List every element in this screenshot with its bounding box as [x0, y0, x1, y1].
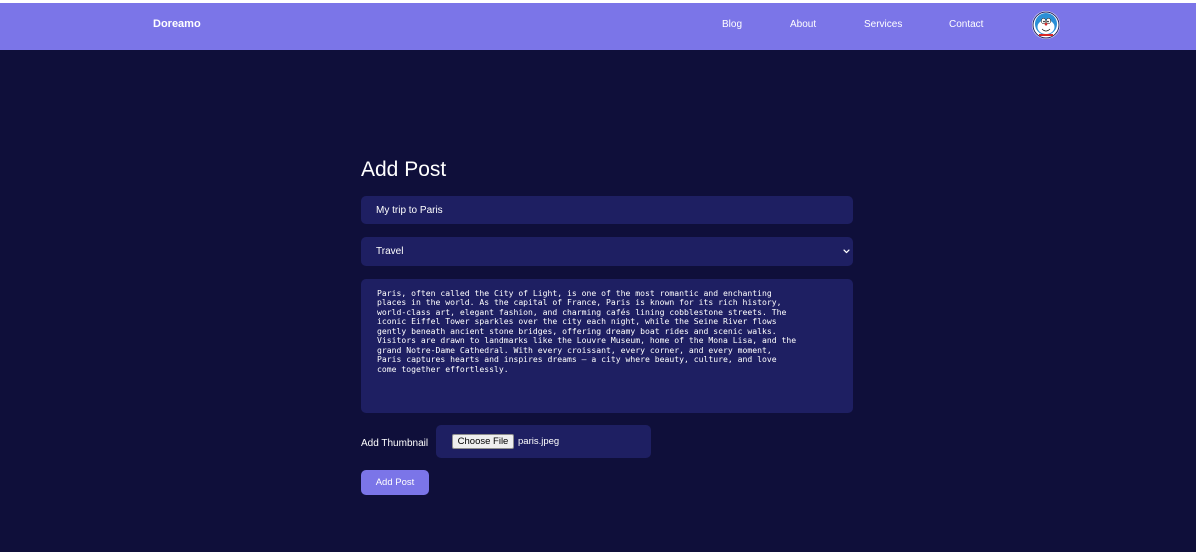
- choose-file-button[interactable]: Choose File: [452, 434, 514, 449]
- page-title: Add Post: [361, 158, 447, 181]
- navbar: Doreamo Blog About Services Contact: [0, 0, 1196, 50]
- nav-link-about[interactable]: About: [790, 19, 816, 30]
- nav-link-contact[interactable]: Contact: [949, 19, 983, 30]
- post-title-input[interactable]: [361, 196, 853, 224]
- category-selected-value: Travel: [376, 246, 404, 257]
- chevron-down-icon: [843, 249, 850, 254]
- nav-link-services[interactable]: Services: [864, 19, 902, 30]
- page: Doreamo Blog About Services Contact Add …: [0, 0, 1196, 552]
- post-content-textarea[interactable]: Paris, often called the City of Light, i…: [361, 279, 853, 413]
- doraemon-avatar-icon[interactable]: [1032, 11, 1060, 39]
- add-post-button[interactable]: Add Post: [361, 470, 429, 495]
- brand-logo[interactable]: Doreamo: [153, 18, 201, 30]
- selected-file-name: paris.jpeg: [518, 436, 560, 447]
- thumbnail-file-input[interactable]: Choose File paris.jpeg: [436, 425, 651, 458]
- thumbnail-label: Add Thumbnail: [361, 438, 429, 449]
- category-select[interactable]: Travel: [361, 237, 853, 266]
- nav-link-blog[interactable]: Blog: [722, 19, 742, 30]
